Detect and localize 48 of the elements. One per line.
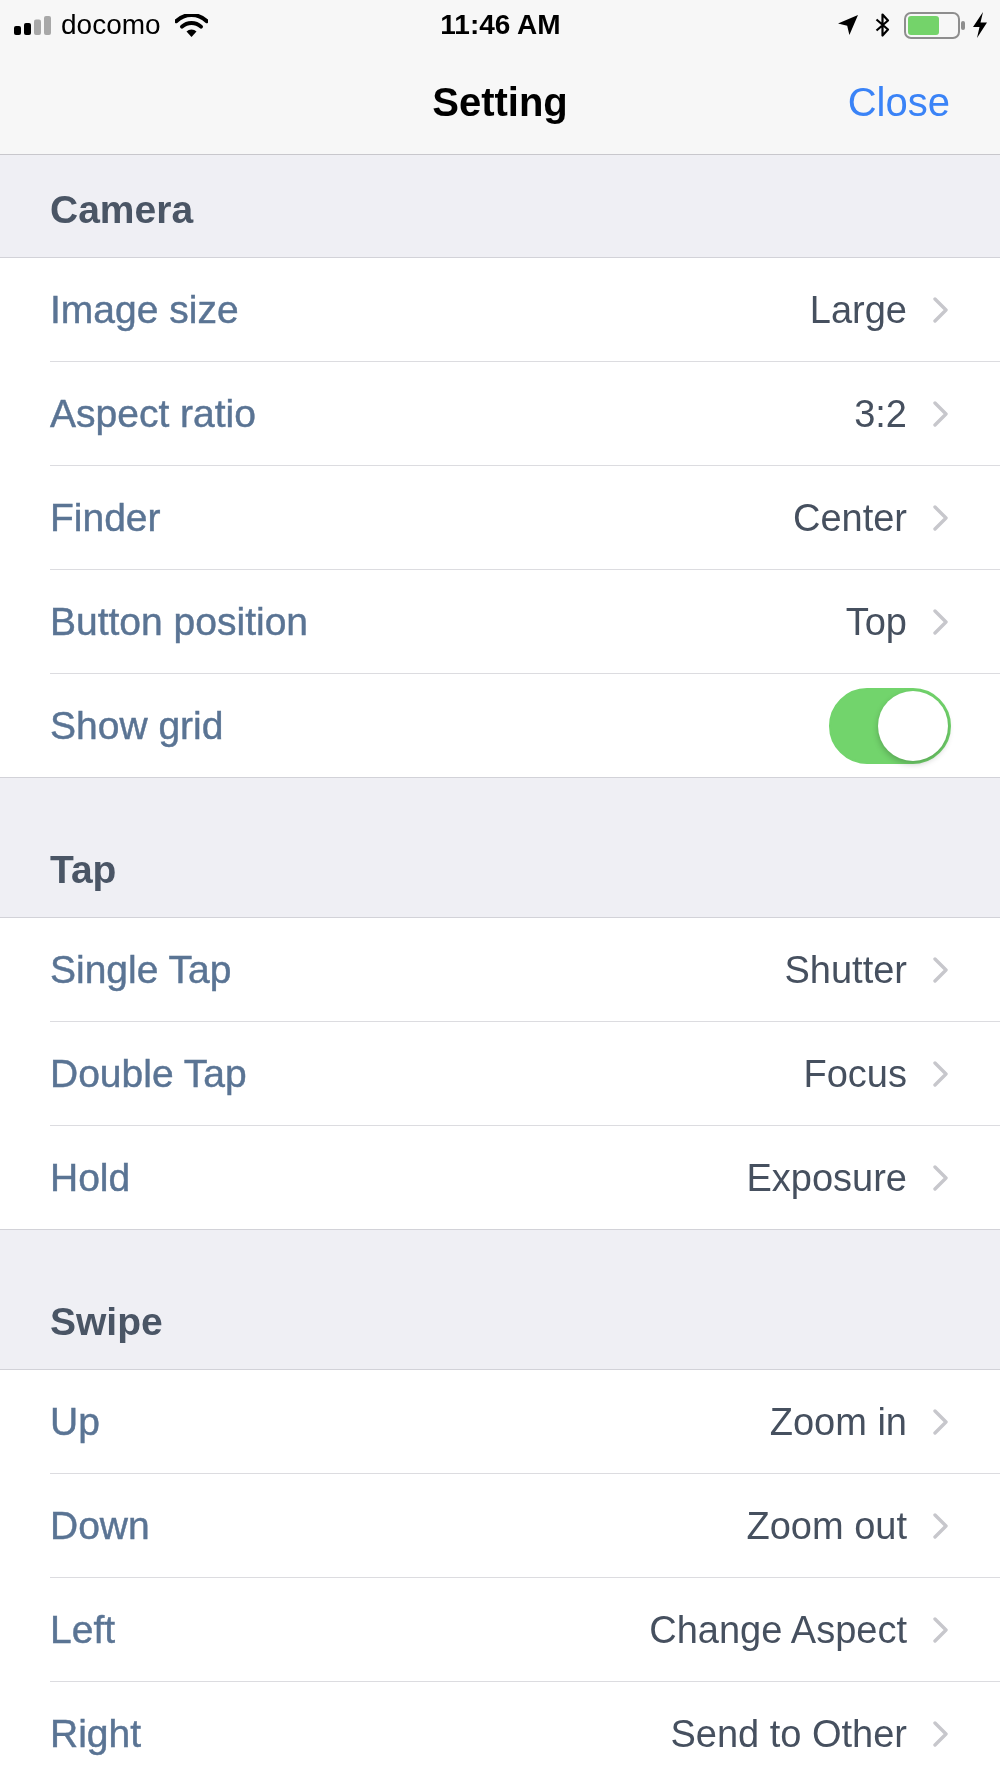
- setting-value: Zoom in: [769, 1400, 907, 1443]
- chevron-icon: [933, 608, 948, 635]
- setting-label[interactable]: Double Tap: [50, 1052, 247, 1095]
- chevron-icon: [933, 1408, 948, 1435]
- carrier-name: docomo: [61, 9, 161, 41]
- chevron-icon: [933, 956, 948, 983]
- setting-value: Change Aspect: [649, 1608, 907, 1651]
- battery-icon: [904, 11, 965, 39]
- toggle-switch[interactable]: [829, 687, 951, 764]
- setting-label[interactable]: Hold: [50, 1156, 131, 1199]
- section-title: Swipe: [50, 1302, 163, 1342]
- setting-label[interactable]: Down: [50, 1504, 150, 1547]
- setting-value: Focus: [803, 1052, 907, 1095]
- nav-title: Setting: [432, 79, 568, 125]
- setting-label[interactable]: Up: [50, 1400, 100, 1443]
- section-title: Tap: [50, 850, 117, 890]
- setting-label[interactable]: Single Tap: [50, 948, 232, 991]
- chevron-icon: [933, 1720, 948, 1747]
- chevron-icon: [933, 1060, 948, 1087]
- setting-label[interactable]: Aspect ratio: [50, 392, 256, 435]
- setting-label[interactable]: Finder: [50, 496, 161, 539]
- chevron-icon: [933, 1164, 948, 1191]
- bluetooth-icon: [875, 12, 890, 38]
- chevron-icon: [933, 296, 948, 323]
- setting-label[interactable]: Show grid: [50, 704, 224, 747]
- wifi-icon: [174, 13, 208, 37]
- location-arrow-icon: [838, 15, 858, 35]
- setting-value: Top: [845, 600, 907, 643]
- setting-value: Large: [809, 288, 907, 331]
- signal-bars-icon: [14, 15, 53, 35]
- chevron-icon: [933, 1512, 948, 1539]
- setting-label[interactable]: Image size: [50, 288, 239, 331]
- setting-value: Send to Other: [670, 1712, 907, 1755]
- setting-label[interactable]: Button position: [50, 600, 308, 643]
- status-time: 11:46 AM: [440, 9, 561, 41]
- setting-value: 3:2: [854, 392, 907, 435]
- setting-label[interactable]: Left: [50, 1608, 116, 1651]
- setting-value: Center: [792, 496, 907, 539]
- chevron-icon: [933, 1616, 948, 1643]
- charging-bolt-icon: [973, 12, 987, 38]
- setting-value: Exposure: [746, 1156, 907, 1199]
- setting-value: Zoom out: [746, 1504, 907, 1547]
- chevron-icon: [933, 504, 948, 531]
- chevron-icon: [933, 400, 948, 427]
- close-button[interactable]: Close: [847, 79, 950, 125]
- setting-label[interactable]: Right: [50, 1712, 142, 1755]
- section-title: Camera: [50, 190, 194, 230]
- setting-value: Shutter: [784, 948, 907, 991]
